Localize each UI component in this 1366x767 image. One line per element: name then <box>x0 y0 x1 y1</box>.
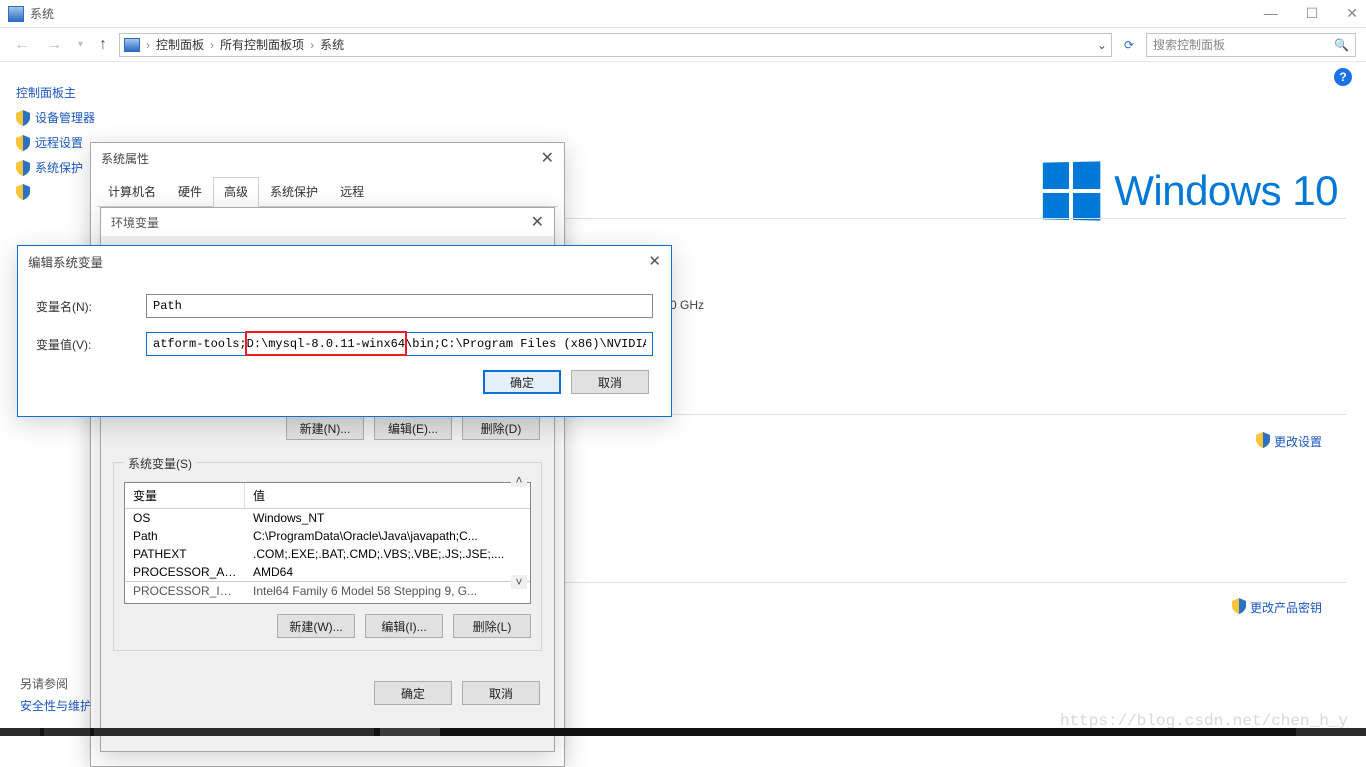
col-variable[interactable]: 变量 <box>125 483 245 508</box>
chevron-right-icon: › <box>310 38 314 52</box>
dialog-title: 环境变量 <box>111 214 159 231</box>
main-content: ? 控制面板主 设备管理器 远程设置 系统保护 另请参阅 安全性与维护 Wind… <box>0 62 1366 728</box>
tab-hardware[interactable]: 硬件 <box>167 177 213 206</box>
breadcrumb-icon <box>124 38 140 52</box>
col-value[interactable]: 值 <box>245 483 530 508</box>
delete-user-var-button[interactable]: 删除(D) <box>462 416 540 440</box>
windows10-brand: Windows 10 <box>1042 162 1338 220</box>
breadcrumb-dropdown-icon[interactable]: ⌄ <box>1097 38 1107 52</box>
edit-sys-var-button[interactable]: 编辑(I)... <box>365 614 443 638</box>
table-row[interactable]: PROCESSOR_AR...AMD64 <box>125 563 530 581</box>
new-sys-var-button[interactable]: 新建(W)... <box>277 614 355 638</box>
change-key-label: 更改产品密钥 <box>1250 599 1322 616</box>
delete-sys-var-button[interactable]: 删除(L) <box>453 614 531 638</box>
cpu-info-text: 0 GHz <box>670 298 704 312</box>
table-row[interactable]: PATHEXT.COM;.EXE;.BAT;.CMD;.VBS;.VBE;.JS… <box>125 545 530 563</box>
chevron-right-icon: › <box>146 38 150 52</box>
close-icon[interactable]: ✕ <box>541 148 554 168</box>
dialog-titlebar[interactable]: 编辑系统变量 ✕ <box>18 246 671 276</box>
edit-user-var-button[interactable]: 编辑(E)... <box>374 416 452 440</box>
group-legend: 系统变量(S) <box>124 455 196 472</box>
search-icon: 🔍 <box>1334 38 1349 52</box>
dialog-title: 编辑系统变量 <box>28 252 103 271</box>
close-icon[interactable]: ✕ <box>1346 5 1358 22</box>
left-nav-label: 系统保护 <box>35 159 83 176</box>
scroll-up-icon[interactable]: ˄ <box>511 473 527 487</box>
env-cancel-button[interactable]: 取消 <box>462 681 540 705</box>
dialog-titlebar[interactable]: 系统属性 ✕ <box>91 143 564 173</box>
close-icon[interactable]: ✕ <box>531 212 544 232</box>
window-controls: — ☐ ✕ <box>1264 5 1358 22</box>
search-placeholder: 搜索控制面板 <box>1153 36 1225 53</box>
windows-logo-icon <box>1043 161 1100 220</box>
see-also-label: 另请参阅 <box>20 675 68 692</box>
windows10-text: Windows 10 <box>1114 167 1338 215</box>
change-product-key-link[interactable]: 更改产品密钥 <box>1232 598 1322 617</box>
back-button[interactable]: ← <box>10 36 34 54</box>
dialog-title: 系统属性 <box>101 150 149 167</box>
taskbar-strip <box>0 728 1366 736</box>
table-header: 变量 值 <box>125 483 530 509</box>
refresh-button[interactable]: ⟳ <box>1120 38 1138 52</box>
variable-name-label: 变量名(N): <box>36 298 146 315</box>
dialog-titlebar[interactable]: 环境变量 ✕ <box>101 208 554 236</box>
breadcrumb-item[interactable]: 控制面板 <box>156 36 204 53</box>
left-nav-label: 设备管理器 <box>35 109 95 126</box>
title-bar: 系统 — ☐ ✕ <box>0 0 1366 28</box>
table-row[interactable]: OSWindows_NT <box>125 509 530 527</box>
system-variables-table[interactable]: 变量 值 OSWindows_NT PathC:\ProgramData\Ora… <box>124 482 531 604</box>
system-app-icon <box>8 6 24 22</box>
tab-computer-name[interactable]: 计算机名 <box>97 177 167 206</box>
shield-icon <box>1232 598 1246 617</box>
table-row[interactable]: PROCESSOR_IDE...Intel64 Family 6 Model 5… <box>125 581 530 600</box>
tab-advanced[interactable]: 高级 <box>213 177 259 207</box>
window-title: 系统 <box>30 5 54 22</box>
breadcrumb-item[interactable]: 所有控制面板项 <box>220 36 304 53</box>
new-user-var-button[interactable]: 新建(N)... <box>286 416 364 440</box>
variable-value-input[interactable] <box>146 332 653 356</box>
chevron-right-icon: › <box>210 38 214 52</box>
recent-dd-icon[interactable]: ▾ <box>74 39 87 50</box>
shield-icon <box>16 110 30 126</box>
table-row[interactable]: PathC:\ProgramData\Oracle\Java\javapath;… <box>125 527 530 545</box>
edit-cancel-button[interactable]: 取消 <box>571 370 649 394</box>
address-bar: ← → ▾ ↑ › 控制面板 › 所有控制面板项 › 系统 ⌄ ⟳ 搜索控制面板… <box>0 28 1366 62</box>
minimize-icon[interactable]: — <box>1264 5 1278 22</box>
shield-icon <box>16 135 30 151</box>
left-nav-heading[interactable]: 控制面板主 <box>16 80 156 105</box>
shield-icon <box>16 184 30 200</box>
close-icon[interactable]: ✕ <box>648 252 661 270</box>
maximize-icon[interactable]: ☐ <box>1306 5 1319 22</box>
scroll-down-icon[interactable]: ˅ <box>511 575 527 589</box>
left-nav-label: 远程设置 <box>35 134 83 151</box>
tab-strip: 计算机名 硬件 高级 系统保护 远程 <box>97 177 558 207</box>
breadcrumb[interactable]: › 控制面板 › 所有控制面板项 › 系统 ⌄ <box>119 33 1112 57</box>
tab-remote[interactable]: 远程 <box>329 177 375 206</box>
up-button[interactable]: ↑ <box>95 36 111 54</box>
edit-system-variable-dialog: 编辑系统变量 ✕ 变量名(N): 变量值(V): 确定 取消 <box>17 245 672 417</box>
breadcrumb-item[interactable]: 系统 <box>320 36 344 53</box>
shield-icon <box>16 160 30 176</box>
change-settings-link[interactable]: 更改设置 <box>1256 432 1322 451</box>
tab-system-protection[interactable]: 系统保护 <box>259 177 329 206</box>
help-icon[interactable]: ? <box>1334 68 1352 86</box>
search-input[interactable]: 搜索控制面板 🔍 <box>1146 33 1356 57</box>
edit-ok-button[interactable]: 确定 <box>483 370 561 394</box>
variable-name-input[interactable] <box>146 294 653 318</box>
forward-button[interactable]: → <box>42 36 66 54</box>
left-nav-item[interactable]: 设备管理器 <box>16 105 156 130</box>
change-settings-label: 更改设置 <box>1274 433 1322 450</box>
variable-value-label: 变量值(V): <box>36 336 146 353</box>
shield-icon <box>1256 432 1270 451</box>
env-ok-button[interactable]: 确定 <box>374 681 452 705</box>
system-variables-group: 系统变量(S) 变量 值 OSWindows_NT PathC:\Program… <box>113 462 542 651</box>
security-maintenance-link[interactable]: 安全性与维护 <box>20 697 92 714</box>
